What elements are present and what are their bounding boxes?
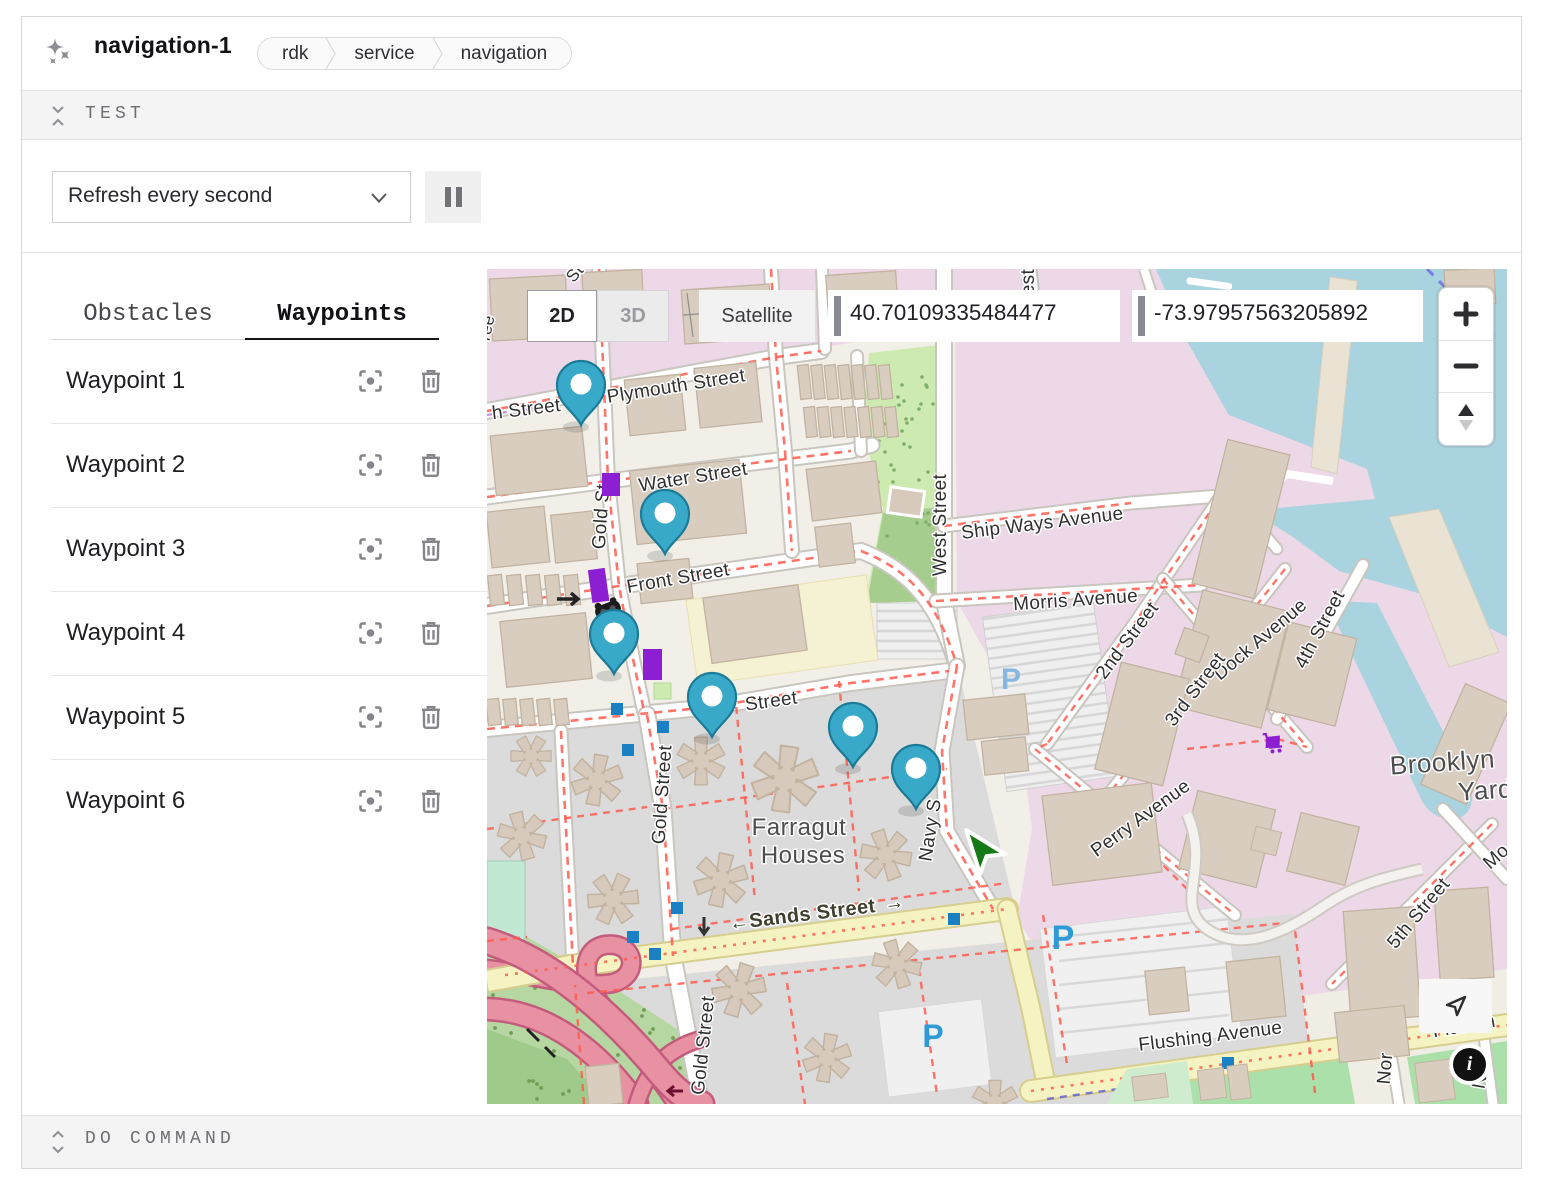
svg-text:Farragut: Farragut [752, 814, 847, 841]
svg-text:P: P [922, 1018, 943, 1054]
svg-text:→: → [883, 891, 906, 915]
svg-text:Yard: Yard [1457, 773, 1507, 807]
svg-text:P: P [1001, 663, 1021, 696]
svg-text:Nor: Nor [1374, 1052, 1398, 1086]
svg-text:West Street: West Street [930, 473, 951, 576]
svg-text:Houses: Houses [761, 842, 845, 869]
svg-text:P: P [1052, 919, 1075, 957]
